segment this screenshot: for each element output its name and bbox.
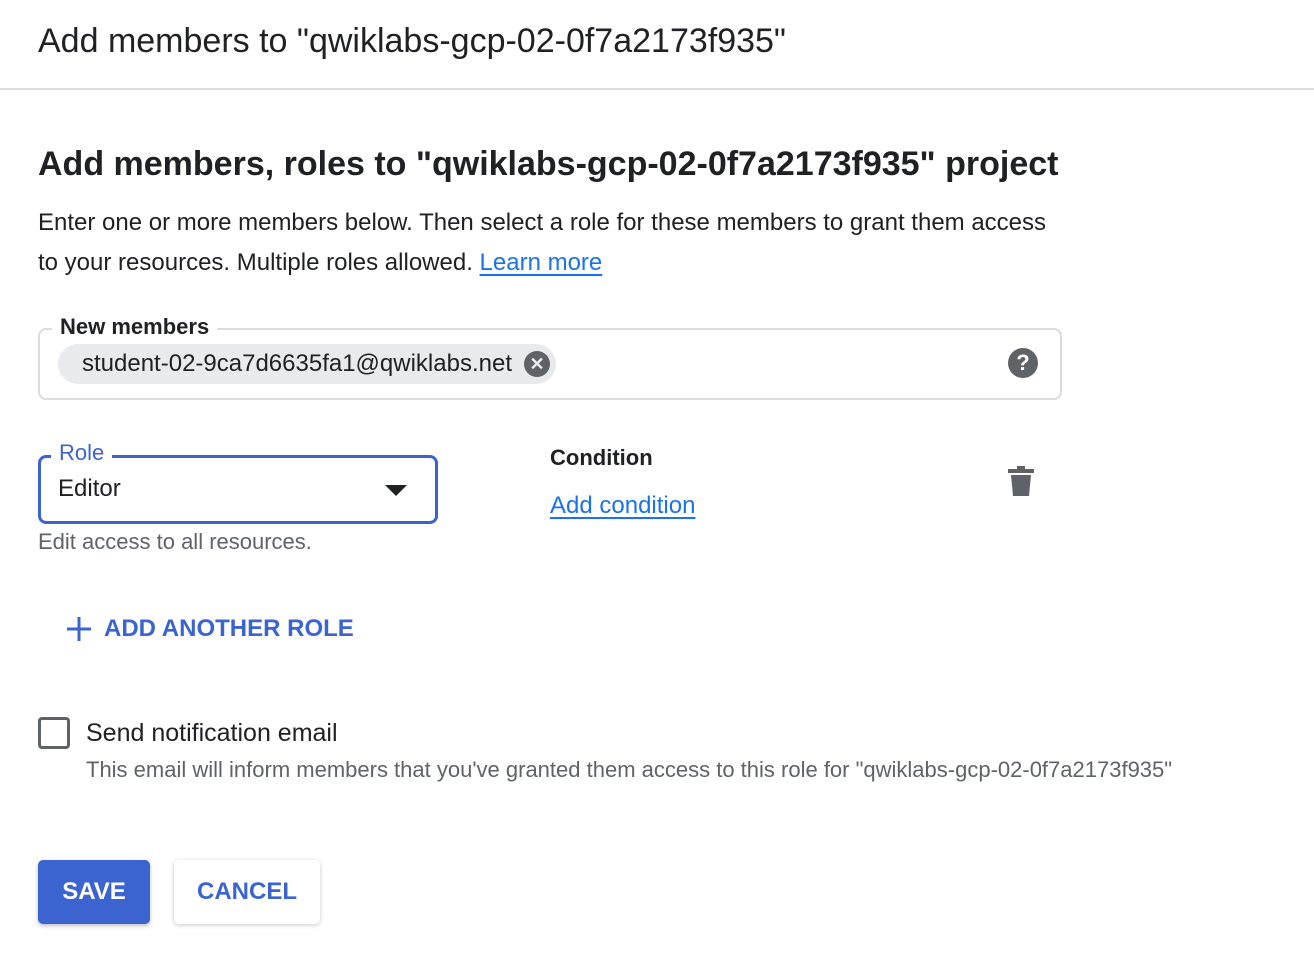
member-chip[interactable]: student-02-9ca7d6635fa1@qwiklabs.net ✕ — [58, 344, 556, 384]
section-description: Enter one or more members below. Then se… — [38, 203, 1068, 283]
cancel-icon[interactable]: ✕ — [523, 351, 550, 377]
new-members-label: New members — [52, 312, 218, 342]
add-another-role-button[interactable]: ADD ANOTHER ROLE — [66, 613, 354, 645]
send-notification-label: Send notification email — [86, 719, 338, 747]
cancel-button[interactable]: CANCEL — [174, 860, 320, 924]
trash-icon[interactable] — [1008, 466, 1034, 496]
dialog-header: Add members to "qwiklabs-gcp-02-0f7a2173… — [0, 0, 1314, 90]
add-another-role-label: ADD ANOTHER ROLE — [104, 615, 354, 642]
member-chip-label: student-02-9ca7d6635fa1@qwiklabs.net — [82, 350, 512, 377]
arrow-drop-down-icon — [385, 485, 407, 496]
learn-more-link[interactable]: Learn more — [480, 249, 603, 276]
condition-label: Condition — [550, 445, 653, 470]
plus-icon — [67, 617, 91, 641]
help-icon[interactable]: ? — [1008, 348, 1038, 378]
notification-hint: This email will inform members that you'… — [86, 757, 1173, 782]
save-button[interactable]: SAVE — [38, 860, 150, 924]
role-label: Role — [51, 438, 113, 468]
section-title: Add members, roles to "qwiklabs-gcp-02-0… — [38, 145, 1059, 183]
new-members-field[interactable]: New members student-02-9ca7d6635fa1@qwik… — [38, 312, 1062, 400]
send-notification-checkbox[interactable] — [38, 717, 70, 749]
dialog-title: Add members to "qwiklabs-gcp-02-0f7a2173… — [38, 22, 786, 60]
role-value: Editor — [58, 475, 121, 502]
role-hint: Edit access to all resources. — [38, 529, 312, 554]
add-condition-link[interactable]: Add condition — [550, 490, 695, 522]
role-select[interactable]: Role Editor — [38, 438, 438, 524]
